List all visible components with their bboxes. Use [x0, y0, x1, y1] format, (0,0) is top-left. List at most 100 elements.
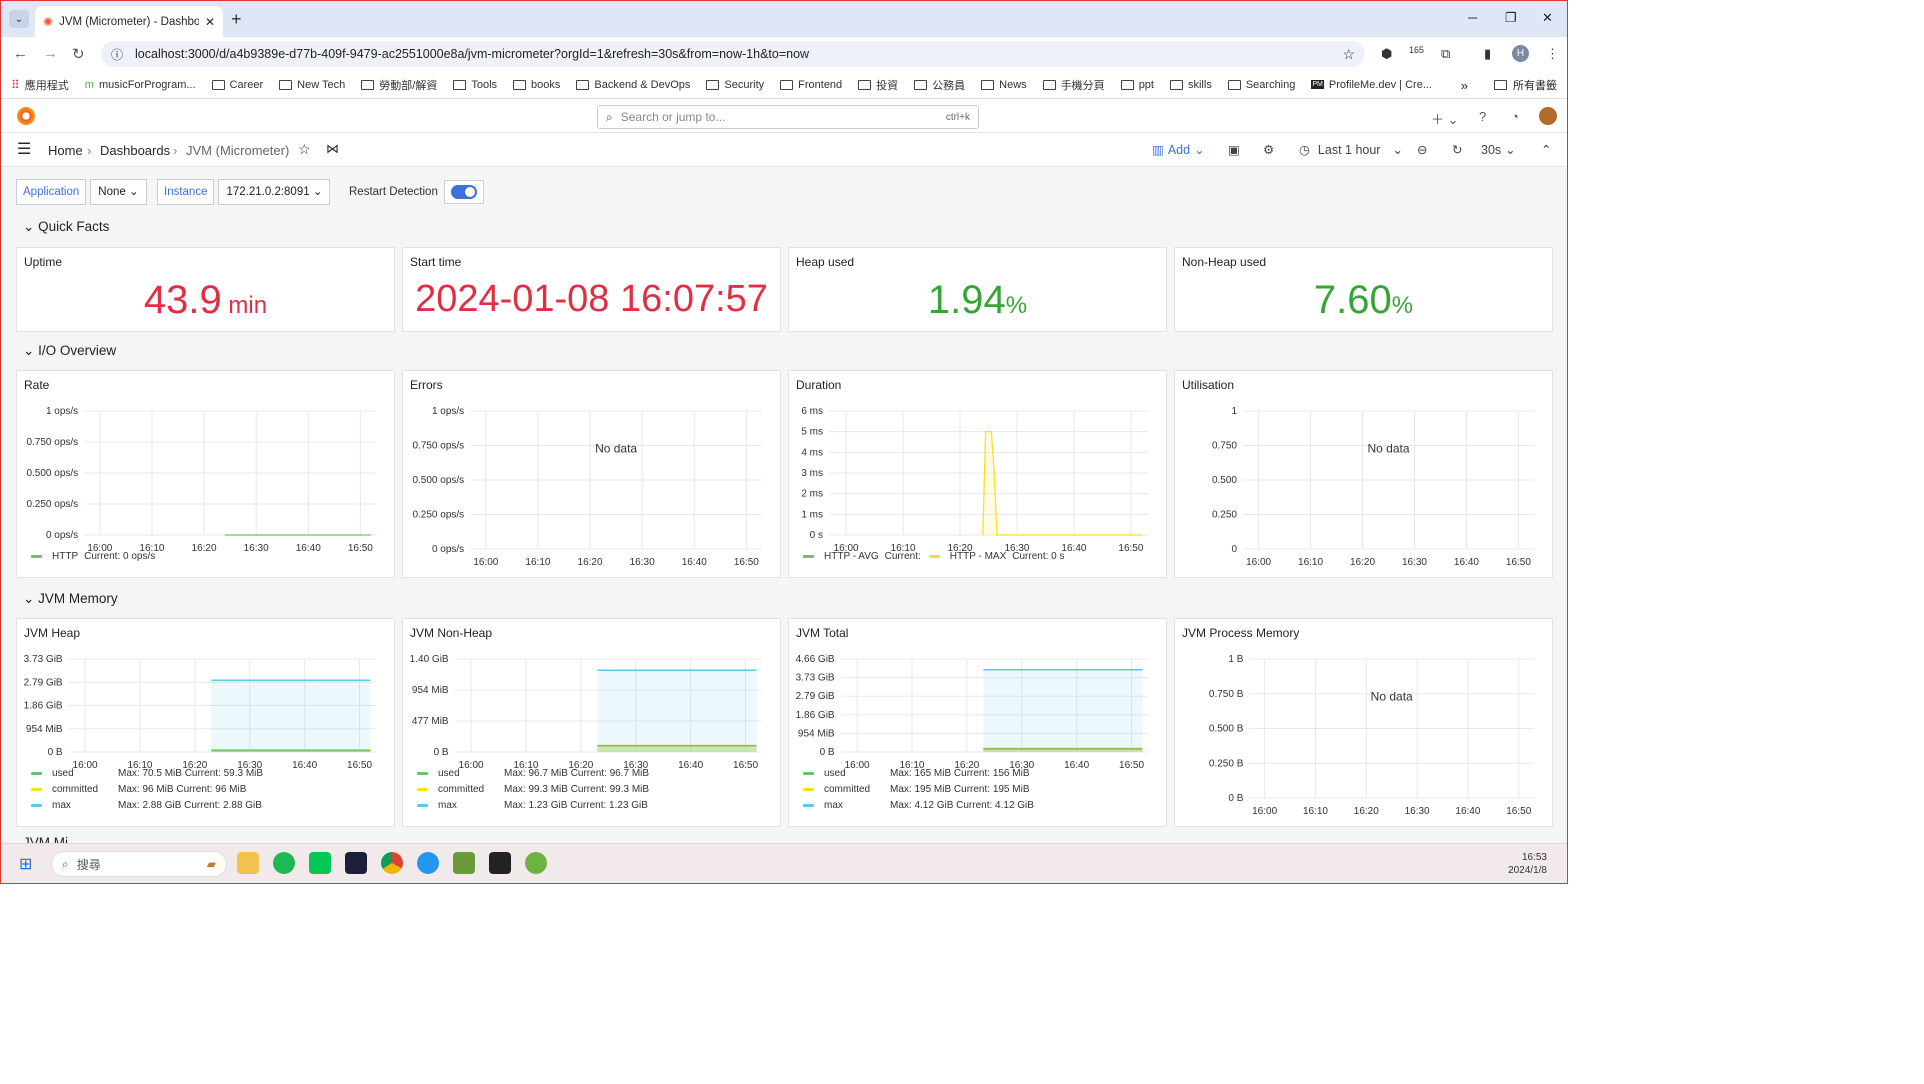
bookmark-folder[interactable]: 公務員: [914, 77, 965, 93]
row-jvm-memory[interactable]: ⌄ JVM Memory: [23, 591, 118, 607]
sidepanel-icon[interactable]: ▮: [1484, 46, 1491, 62]
legend-item[interactable]: HTTP - AVG Current:: [803, 551, 921, 562]
tab-list-button[interactable]: ⌄: [9, 10, 29, 28]
new-tab-button[interactable]: +: [231, 9, 242, 30]
browser-menu-icon[interactable]: ⋮: [1546, 46, 1559, 62]
star-icon[interactable]: ☆: [298, 141, 311, 158]
bookmark-star-icon[interactable]: ☆: [1342, 46, 1355, 63]
breadcrumb-dashboards[interactable]: Dashboards: [100, 143, 170, 158]
legend-item[interactable]: committed Max: 195 MiB Current: 195 MiB: [803, 784, 1030, 795]
news-rss-icon[interactable]: ◔: [1511, 109, 1519, 124]
refresh-interval-picker[interactable]: 30s ⌄: [1481, 142, 1516, 158]
reload-icon[interactable]: ↻: [72, 45, 85, 63]
extension-icon[interactable]: ⬢: [1381, 46, 1392, 62]
bookmark-folder[interactable]: ppt: [1120, 79, 1154, 91]
stat-panel[interactable]: Start time 2024-01-08 16:07:57: [402, 247, 781, 332]
row-io-overview[interactable]: ⌄ I/O Overview: [23, 343, 116, 359]
time-range-picker[interactable]: ◷ Last 1 hour ⌄: [1299, 142, 1403, 158]
bookmark-folder[interactable]: Career: [211, 79, 263, 91]
row-next[interactable]: JVM Mi...: [23, 835, 79, 843]
chart-panel[interactable]: JVM Process Memory 1 B 0.750 B 0.500 B 0.250…: [1174, 618, 1553, 827]
intellij-icon[interactable]: [345, 852, 367, 874]
bookmark-folder[interactable]: Tools: [453, 79, 497, 91]
breadcrumb-home[interactable]: Home: [48, 143, 83, 158]
legend-item[interactable]: HTTP - MAX Current: 0 s: [928, 551, 1065, 562]
bookmark-item[interactable]: PM ProfileMe.dev | Cre...: [1311, 79, 1432, 91]
terminal-icon[interactable]: [489, 852, 511, 874]
search-input[interactable]: ⌕ Search or jump to... ctrl+k: [597, 105, 979, 129]
bookmark-apps[interactable]: ⠿ 應用程式: [11, 77, 69, 93]
bookmark-folder[interactable]: Security: [706, 79, 764, 91]
spotify-icon[interactable]: [273, 852, 295, 874]
add-button[interactable]: ▥ Add ⌄: [1152, 142, 1205, 158]
bookmark-folder[interactable]: New Tech: [279, 79, 345, 91]
bookmark-item[interactable]: m musicForProgram...: [85, 79, 196, 91]
chart-app-icon[interactable]: [453, 852, 475, 874]
legend-item[interactable]: used Max: 96.7 MiB Current: 96.7 MiB: [417, 768, 649, 779]
maximize-icon[interactable]: ❐: [1505, 10, 1517, 26]
chrome-icon[interactable]: [381, 852, 403, 874]
chart-panel[interactable]: JVM Non-Heap 1.40 GiB 954 MiB 477 MiB 0 B 16:…: [402, 618, 781, 827]
bookmark-folder[interactable]: 勞動部/解資: [361, 77, 437, 93]
legend-item[interactable]: committed Max: 99.3 MiB Current: 99.3 MiB: [417, 784, 649, 795]
extensions-puzzle-icon[interactable]: ⧉: [1441, 46, 1450, 62]
omnibox[interactable]: ⓘ localhost:3000/d/a4b9389e-d77b-409f-94…: [101, 41, 1365, 67]
grafana-logo-icon[interactable]: [17, 107, 35, 125]
bookmark-folder[interactable]: books: [513, 79, 560, 91]
plus-menu-icon[interactable]: ＋ ⌄: [1431, 109, 1459, 128]
url-text[interactable]: localhost:3000/d/a4b9389e-d77b-409f-9479…: [135, 47, 809, 61]
hamburger-menu-icon[interactable]: ☰: [17, 139, 31, 159]
settings-gear-icon[interactable]: ⚙: [1263, 142, 1274, 157]
back-icon[interactable]: ←: [13, 45, 28, 62]
restart-detection-toggle[interactable]: [443, 180, 484, 204]
legend-item[interactable]: max Max: 2.88 GiB Current: 2.88 GiB: [31, 800, 262, 811]
extension-badge[interactable]: 165: [1409, 45, 1424, 55]
file-explorer-icon[interactable]: [237, 852, 259, 874]
close-tab-icon[interactable]: ✕: [205, 15, 215, 29]
system-clock[interactable]: 16:53 2024/1/8: [1508, 851, 1547, 877]
legend-item[interactable]: used Max: 70.5 MiB Current: 59.3 MiB: [31, 768, 263, 779]
share-icon[interactable]: ⋈: [326, 141, 339, 157]
line-icon[interactable]: [309, 852, 331, 874]
browser-tab[interactable]: ✺ JVM (Micrometer) - Dashboard ✕: [35, 6, 223, 37]
collapse-chevron-icon[interactable]: ⌃: [1541, 142, 1551, 157]
help-icon[interactable]: ?: [1479, 109, 1486, 124]
bookmark-folder[interactable]: Backend & DevOps: [576, 79, 690, 91]
bookmark-folder[interactable]: 手機分頁: [1042, 77, 1105, 93]
user-avatar[interactable]: [1539, 107, 1557, 125]
chart-panel[interactable]: JVM Total 4.66 GiB 3.73 GiB 2.79 GiB 1.86 Gi…: [788, 618, 1167, 827]
zoom-out-icon[interactable]: ⊖: [1417, 142, 1427, 157]
taskbar-search[interactable]: ⌕ 搜尋 ▰: [51, 851, 227, 877]
all-bookmarks-button[interactable]: 所有書籤: [1513, 77, 1557, 93]
chart-panel[interactable]: Utilisation 1 0.750 0.500 0.250 0 16:00 16:10 16…: [1174, 370, 1553, 578]
windows-start-icon[interactable]: ⊞: [19, 854, 32, 874]
legend-item[interactable]: max Max: 1.23 GiB Current: 1.23 GiB: [417, 800, 648, 811]
bookmark-folder[interactable]: 投資: [858, 77, 898, 93]
profile-avatar[interactable]: H: [1512, 45, 1529, 62]
stat-panel[interactable]: Non-Heap used 7.60%: [1174, 247, 1553, 332]
legend-item[interactable]: HTTP Current: 0 ops/s: [31, 551, 155, 562]
legend-item[interactable]: max Max: 4.12 GiB Current: 4.12 GiB: [803, 800, 1034, 811]
instance-select[interactable]: 172.21.0.2:8091 ⌄: [218, 179, 331, 205]
bookmark-folder[interactable]: skills: [1169, 79, 1212, 91]
forward-icon[interactable]: →: [43, 45, 58, 62]
chart-panel[interactable]: Errors 1 ops/s 0.750 ops/s 0.500 ops/s 0.250…: [402, 370, 781, 578]
close-window-icon[interactable]: ✕: [1542, 10, 1553, 26]
bookmark-folder[interactable]: News: [981, 79, 1027, 91]
chart-panel[interactable]: Rate 1 ops/s 0.750 ops/s 0.500 ops/s 0.250 o…: [16, 370, 395, 578]
bookmark-folder[interactable]: Frontend: [780, 79, 842, 91]
chart-panel[interactable]: JVM Heap 3.73 GiB 2.79 GiB 1.86 GiB 954 MiB 0…: [16, 618, 395, 827]
bookmark-folder[interactable]: Searching: [1227, 79, 1295, 91]
save-dashboard-icon[interactable]: ▣: [1228, 142, 1240, 157]
legend-item[interactable]: used Max: 165 MiB Current: 156 MiB: [803, 768, 1030, 779]
application-select[interactable]: None ⌄: [90, 179, 147, 205]
stat-panel[interactable]: Uptime 43.9 min: [16, 247, 395, 332]
row-quick-facts[interactable]: ⌄ Quick Facts: [23, 219, 109, 235]
docker-icon[interactable]: [417, 852, 439, 874]
refresh-icon[interactable]: ↻: [1452, 142, 1462, 157]
chart-panel[interactable]: Duration 6 ms 5 ms 4 ms 3 ms 2 ms 1 ms 0 s 16:00…: [788, 370, 1167, 578]
more-bookmarks-button[interactable]: »: [1461, 78, 1468, 93]
minimize-icon[interactable]: ─: [1468, 10, 1477, 25]
site-info-icon[interactable]: ⓘ: [111, 46, 123, 63]
stat-panel[interactable]: Heap used 1.94%: [788, 247, 1167, 332]
